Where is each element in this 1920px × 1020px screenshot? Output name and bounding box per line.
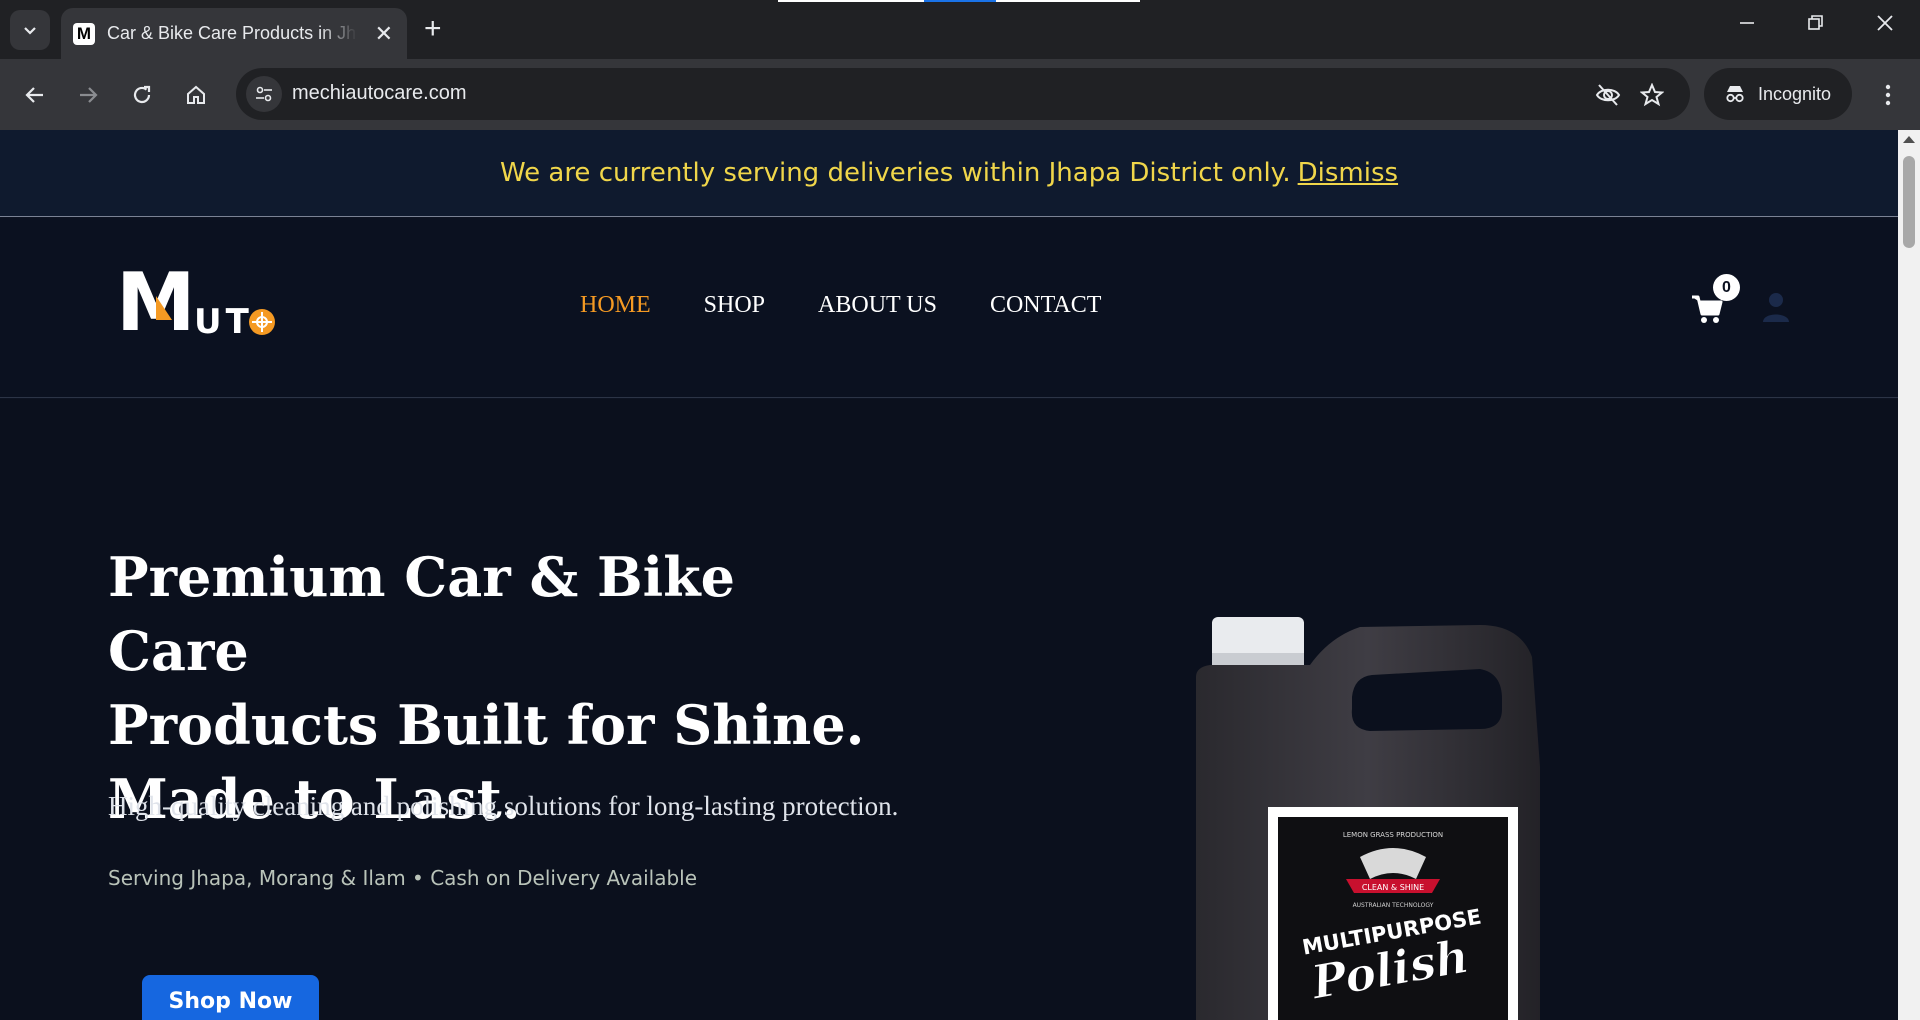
restore-icon — [1808, 15, 1823, 30]
nav-home[interactable]: HOME — [580, 292, 651, 319]
close-window-button[interactable] — [1876, 14, 1894, 36]
main-nav: HOME SHOP ABOUT US CONTACT — [580, 292, 1101, 319]
product-label-maker: LEMON GRASS PRODUCTION — [1343, 831, 1443, 839]
eye-off-icon — [1595, 84, 1621, 106]
arrow-right-icon — [80, 87, 98, 103]
home-icon — [187, 85, 205, 104]
close-icon — [1877, 15, 1893, 31]
hero-title-line: Products Built for Shine. — [108, 693, 865, 757]
incognito-chip[interactable]: Incognito — [1704, 68, 1852, 120]
star-icon — [1640, 83, 1664, 107]
browser-menu-button[interactable] — [1872, 79, 1904, 111]
minimize-icon — [1740, 22, 1754, 24]
nav-shop[interactable]: SHOP — [704, 292, 765, 319]
cart-count-badge: 0 — [1713, 274, 1740, 301]
site-info-button[interactable] — [246, 76, 282, 112]
hero-title-line: Premium Car & Bike Care — [108, 545, 735, 683]
new-tab-button[interactable]: + — [424, 14, 442, 44]
loading-indicator — [778, 0, 924, 2]
hero-section: Premium Car & Bike Care Products Built f… — [0, 399, 1898, 1020]
tracking-protection-button[interactable] — [1594, 81, 1622, 109]
back-button[interactable] — [19, 79, 51, 111]
browser-toolbar: mechiautocare.com Incognito — [0, 59, 1920, 130]
reload-button[interactable] — [126, 79, 158, 111]
home-button[interactable] — [180, 79, 212, 111]
bookmark-button[interactable] — [1638, 81, 1666, 109]
site-logo[interactable]: M UT — [116, 260, 286, 340]
close-tab-icon[interactable]: ✕ — [375, 22, 393, 45]
loading-indicator-active — [924, 0, 996, 2]
notice-text: We are currently serving deliveries with… — [499, 158, 1291, 188]
tab-title: Car & Bike Care Products in Jhapa — [107, 23, 357, 43]
chevron-down-icon — [24, 27, 36, 35]
more-vertical-icon — [1885, 84, 1891, 106]
reload-icon — [133, 85, 151, 104]
svg-text:M: M — [116, 260, 196, 340]
browser-tab-strip: M Car & Bike Care Products in Jhapa ✕ + — [0, 0, 1920, 59]
forward-button[interactable] — [72, 79, 104, 111]
hero-service-info: Serving Jhapa, Morang & Ilam • Cash on D… — [108, 866, 698, 890]
user-account-icon[interactable] — [1762, 291, 1790, 323]
tab-search-button[interactable] — [10, 10, 50, 50]
dismiss-link[interactable]: Dismiss — [1298, 158, 1398, 188]
product-label-tech: AUSTRALIAN TECHNOLOGY — [1353, 902, 1434, 909]
page-viewport: We are currently serving deliveries with… — [0, 130, 1898, 1020]
tune-icon — [256, 86, 272, 102]
minimize-button[interactable] — [1738, 14, 1756, 36]
address-bar[interactable]: mechiautocare.com — [236, 68, 1690, 120]
browser-tab[interactable]: M Car & Bike Care Products in Jhapa ✕ — [61, 8, 407, 59]
product-label-ribbon: CLEAN & SHINE — [1362, 883, 1424, 892]
scroll-up-arrow-icon[interactable] — [1903, 136, 1915, 143]
incognito-icon — [1726, 86, 1744, 103]
delivery-notice-bar: We are currently serving deliveries with… — [0, 130, 1898, 217]
page-scrollbar[interactable] — [1898, 130, 1920, 1020]
arrow-left-icon — [25, 87, 43, 103]
product-jug-image: LEMON GRASS PRODUCTION CLEAN & SHINE AUS… — [1196, 617, 1540, 1020]
favicon-icon: M — [73, 22, 95, 45]
svg-text:UT: UT — [194, 302, 253, 340]
url-text[interactable]: mechiautocare.com — [292, 82, 467, 105]
restore-button[interactable] — [1807, 14, 1825, 36]
loading-indicator-tail — [996, 0, 1140, 2]
site-header: M UT HOME SHOP ABOUT US CONTACT 0 — [0, 218, 1898, 398]
incognito-label: Incognito — [1758, 83, 1832, 104]
nav-contact[interactable]: CONTACT — [990, 292, 1101, 319]
shop-now-button[interactable]: Shop Now — [142, 975, 319, 1020]
hero-subtitle: High-quality cleaning and polishing solu… — [108, 791, 899, 821]
nav-about-us[interactable]: ABOUT US — [818, 292, 937, 319]
scrollbar-thumb[interactable] — [1903, 156, 1915, 248]
